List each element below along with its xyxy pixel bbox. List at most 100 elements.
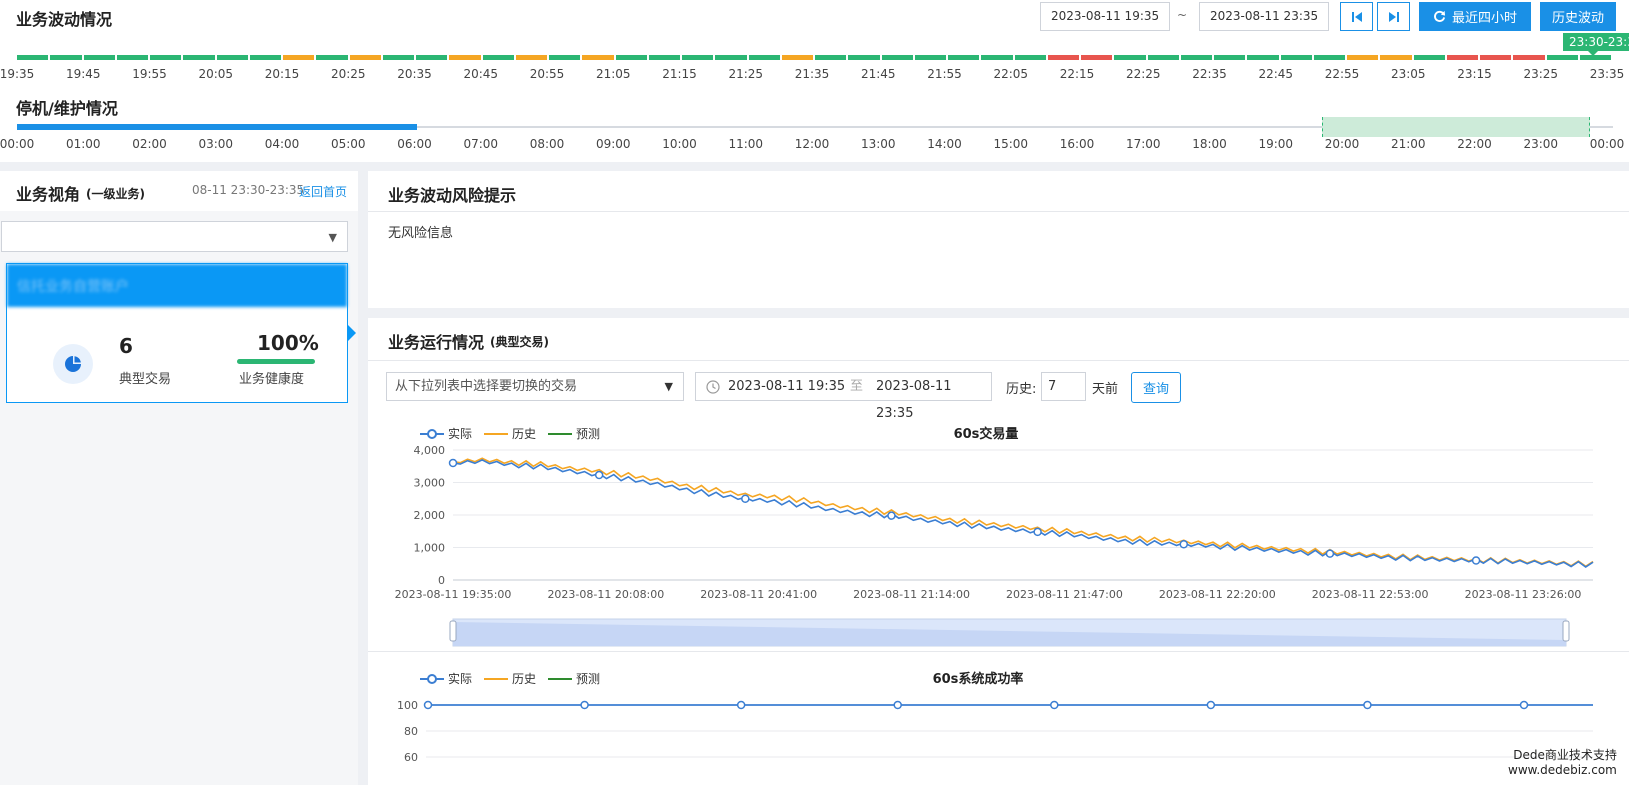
- legend-forecast[interactable]: 预测: [576, 427, 600, 441]
- legend-actual[interactable]: 实际: [448, 426, 472, 441]
- prev-button[interactable]: [1340, 2, 1373, 31]
- status-segment[interactable]: [1214, 55, 1246, 60]
- data-point[interactable]: [1471, 556, 1481, 565]
- business-card[interactable]: 信托业务自营账户 6 典型交易 100% 业务健康度: [6, 263, 348, 403]
- status-segment[interactable]: [948, 55, 980, 60]
- axis-tick-label: 23:00: [1523, 137, 1559, 151]
- status-segment[interactable]: [216, 55, 248, 60]
- data-point[interactable]: [887, 511, 896, 520]
- back-home-link[interactable]: 返回首页: [299, 183, 347, 200]
- status-segment[interactable]: [1114, 55, 1146, 60]
- ops-date-range[interactable]: 2023-08-11 19:35 至 2023-08-11 23:35: [695, 372, 992, 421]
- maintenance-window[interactable]: [1322, 117, 1590, 137]
- status-segment[interactable]: [316, 55, 348, 60]
- data-point[interactable]: [1206, 700, 1216, 710]
- status-segment[interactable]: [1081, 55, 1113, 60]
- data-point[interactable]: [893, 700, 902, 710]
- status-segment[interactable]: [1247, 55, 1279, 60]
- skip-back-icon: [1351, 11, 1362, 22]
- status-segment[interactable]: [482, 55, 514, 60]
- data-point[interactable]: [423, 700, 433, 710]
- status-segment[interactable]: [50, 55, 82, 60]
- transaction-select[interactable]: 从下拉列表中选择要切换的交易 ▼: [386, 372, 684, 401]
- data-point[interactable]: [1519, 700, 1529, 710]
- legend2-history[interactable]: 历史: [512, 672, 536, 686]
- status-segment[interactable]: [682, 55, 714, 60]
- status-segment[interactable]: [1014, 55, 1046, 60]
- recent-four-hours-button[interactable]: 最近四小时: [1419, 2, 1531, 31]
- status-segment[interactable]: [1380, 55, 1412, 60]
- status-segment[interactable]: [549, 55, 581, 60]
- zoom-handle-left[interactable]: [449, 620, 457, 642]
- refresh-icon: [1434, 10, 1446, 22]
- ops-title: 业务运行情况: [388, 333, 485, 352]
- status-segment[interactable]: [1047, 55, 1079, 60]
- status-segment[interactable]: [1413, 55, 1445, 60]
- status-segment[interactable]: [1280, 55, 1312, 60]
- status-segment[interactable]: [449, 55, 481, 60]
- chart2-lines: [423, 700, 1593, 710]
- legend2-forecast[interactable]: 预测: [576, 672, 600, 686]
- status-segment[interactable]: [981, 55, 1013, 60]
- status-segment[interactable]: [1480, 55, 1512, 60]
- ops-subtitle: (典型交易): [490, 335, 549, 349]
- status-segment[interactable]: [781, 55, 813, 60]
- status-segment[interactable]: [1579, 55, 1611, 60]
- status-segment[interactable]: [83, 55, 115, 60]
- status-segment[interactable]: [848, 55, 880, 60]
- data-point[interactable]: [741, 494, 750, 503]
- status-segment[interactable]: [1147, 55, 1179, 60]
- data-point[interactable]: [1050, 700, 1059, 710]
- status-segment[interactable]: [1546, 55, 1578, 60]
- axis-tick-label: 22:45: [1258, 67, 1294, 81]
- zoom-handle-right[interactable]: [1562, 620, 1570, 642]
- status-segment[interactable]: [582, 55, 614, 60]
- status-segment[interactable]: [150, 55, 182, 60]
- status-segment[interactable]: [1180, 55, 1212, 60]
- axis-tick-label: 19:55: [132, 67, 167, 81]
- status-segment[interactable]: [249, 55, 281, 60]
- series-line[interactable]: [452, 457, 1594, 568]
- data-point[interactable]: [1363, 700, 1372, 710]
- status-segment[interactable]: [914, 55, 946, 60]
- end-time-input[interactable]: 2023-08-11 23:35: [1199, 2, 1329, 31]
- status-segment[interactable]: [815, 55, 847, 60]
- next-button[interactable]: [1377, 2, 1410, 31]
- status-segment[interactable]: [1313, 55, 1345, 60]
- legend-history[interactable]: 历史: [512, 427, 536, 441]
- status-segment[interactable]: [515, 55, 547, 60]
- start-time-input[interactable]: 2023-08-11 19:35: [1040, 2, 1170, 31]
- status-segment[interactable]: [382, 55, 414, 60]
- data-point[interactable]: [1325, 549, 1335, 558]
- status-segment[interactable]: [283, 55, 315, 60]
- status-segment[interactable]: [116, 55, 148, 60]
- status-segment[interactable]: [715, 55, 747, 60]
- data-point[interactable]: [594, 470, 604, 480]
- data-point[interactable]: [1033, 527, 1042, 537]
- success-rate-chart: 实际 历史 预测 60s系统成功率 60 80 100: [397, 671, 1593, 764]
- status-segment[interactable]: [615, 55, 647, 60]
- query-button[interactable]: 查询: [1131, 372, 1181, 403]
- status-segment[interactable]: [881, 55, 913, 60]
- maintenance-bar[interactable]: [17, 124, 417, 130]
- status-segment[interactable]: [349, 55, 381, 60]
- status-segment[interactable]: [183, 55, 215, 60]
- status-segment[interactable]: [17, 55, 49, 60]
- data-point[interactable]: [1179, 540, 1189, 549]
- x-tick-label: 2023-08-11 21:47:00: [1006, 588, 1123, 601]
- zoom-slider[interactable]: [449, 618, 1570, 647]
- status-segment[interactable]: [1446, 55, 1478, 60]
- status-segment[interactable]: [1347, 55, 1379, 60]
- status-segment[interactable]: [1513, 55, 1545, 60]
- history-wave-button[interactable]: 历史波动: [1540, 2, 1616, 31]
- business-select[interactable]: ▼: [1, 221, 348, 252]
- axis-tick-label: 21:55: [927, 67, 962, 81]
- history-days-input[interactable]: 7: [1041, 372, 1086, 401]
- data-point[interactable]: [580, 700, 589, 710]
- status-segment[interactable]: [416, 55, 448, 60]
- data-point[interactable]: [448, 458, 458, 468]
- status-segment[interactable]: [748, 55, 780, 60]
- data-point[interactable]: [736, 700, 746, 710]
- status-segment[interactable]: [648, 55, 680, 60]
- legend2-actual[interactable]: 实际: [448, 671, 472, 686]
